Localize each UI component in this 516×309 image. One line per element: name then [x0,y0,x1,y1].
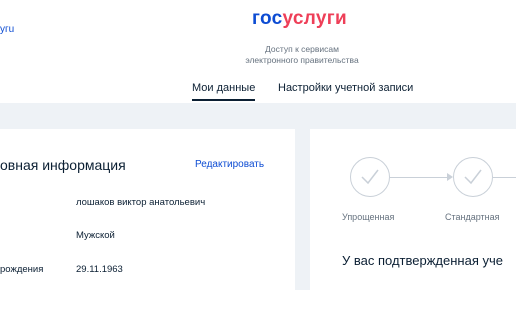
step-simplified-check-icon [350,157,390,197]
logo-text-uslugi: услуги [282,8,347,29]
header-subtitle: Доступ к сервисам электронного правитель… [236,44,368,66]
step-simplified-label: Упрощенная [342,212,395,222]
step-connector [493,177,516,178]
subtitle-line-2: электронного правительства [245,55,359,65]
main-content: овная информация Редактировать лошаков в… [0,103,516,309]
gosuslugi-logo[interactable]: госуслуги [252,8,347,30]
edit-link[interactable]: Редактировать [195,159,264,170]
gender-value: Мужской [76,230,115,241]
site-header: угu госуслуги Доступ к сервисам электрон… [0,0,516,103]
step-standard-check-icon [453,157,493,197]
logo-text-gos: гос [252,8,283,29]
step-standard-label: Стандартная [445,212,500,222]
birth-date-value: 29.11.1963 [76,264,123,275]
tab-my-data[interactable]: Мои данные [192,82,256,101]
account-level-card: Упрощенная Стандартная У вас подтвержден… [310,129,516,309]
subtitle-line-1: Доступ к сервисам [265,44,339,54]
account-status-text: У вас подтвержденная уче [342,253,503,268]
step-connector [390,177,448,178]
tab-account-settings[interactable]: Настройки учетной записи [278,82,413,94]
full-name-value: лошаков виктор анатольевич [76,197,206,208]
back-link[interactable]: угu [0,24,14,35]
birth-date-label: рождения [0,264,44,275]
personal-info-card: овная информация Редактировать лошаков в… [0,129,295,309]
personal-info-title: овная информация [0,157,126,173]
